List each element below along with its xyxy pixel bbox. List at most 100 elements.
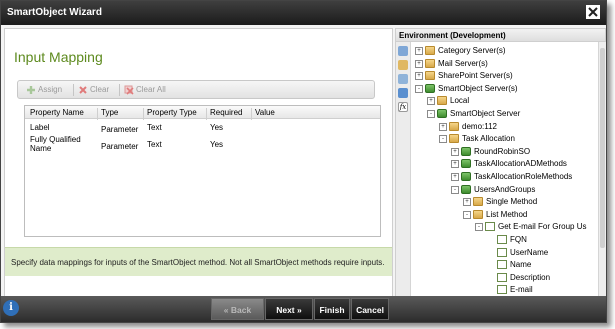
- wizard-window: SmartObject Wizard Input Mapping Assign …: [0, 0, 607, 323]
- column-header[interactable]: Required: [210, 108, 242, 117]
- object-browser-icon[interactable]: [398, 74, 408, 84]
- function-icon[interactable]: fx: [398, 102, 408, 112]
- type-cell: Parameter: [101, 142, 139, 151]
- expand-icon[interactable]: +: [415, 47, 423, 55]
- collapse-icon[interactable]: -: [415, 84, 423, 93]
- tree-node-label: UserName: [510, 247, 549, 257]
- collapse-icon[interactable]: -: [463, 210, 471, 219]
- property-icon: [497, 272, 507, 282]
- info-icon[interactable]: i: [3, 300, 19, 316]
- expand-icon[interactable]: +: [451, 173, 459, 181]
- expand-icon[interactable]: +: [451, 160, 459, 169]
- tree-node-label: TaskAllocationADMethods: [474, 159, 567, 169]
- property-type-cell: Text: [147, 140, 162, 149]
- x-icon: [79, 86, 87, 94]
- input-mapping-panel: Input Mapping Assign Clear Clear All Pro…: [4, 28, 393, 297]
- environment-panel: Environment (Development) fx + Category S…: [395, 28, 606, 297]
- back-label: Back: [230, 305, 252, 315]
- tree-node-label: Name: [510, 260, 532, 270]
- page-title: Input Mapping: [14, 49, 103, 65]
- column-header[interactable]: Property Type: [147, 108, 197, 117]
- clear-label: Clear: [90, 85, 110, 94]
- property-name-cell: Fully Qualified Name: [30, 135, 81, 153]
- clear-all-button[interactable]: Clear All: [124, 84, 166, 96]
- required-cell: Yes: [210, 140, 224, 149]
- column-header[interactable]: Value: [255, 108, 275, 117]
- column-header[interactable]: Type: [101, 108, 118, 117]
- column-header[interactable]: Property Name: [30, 108, 84, 117]
- plus-icon: [27, 85, 35, 94]
- tree-node-label: Get E-mail For Group Us: [498, 222, 587, 232]
- next-button[interactable]: Next »: [265, 298, 313, 320]
- folder-icon: [425, 58, 435, 68]
- close-icon[interactable]: [586, 5, 600, 19]
- tree-node-label: SharePoint Server(s): [438, 71, 513, 81]
- tree-scrollbar[interactable]: [598, 42, 606, 296]
- tree-node-label: RoundRobinSO: [474, 146, 531, 156]
- collapse-icon[interactable]: -: [475, 223, 483, 232]
- clear-button[interactable]: Clear: [78, 84, 109, 96]
- property-icon: [497, 247, 507, 257]
- back-button[interactable]: « Back: [211, 298, 264, 320]
- tree-node-label: SmartObject Server(s): [438, 83, 518, 93]
- title-bar: SmartObject Wizard: [1, 1, 606, 25]
- folder-icon: [473, 209, 483, 219]
- tree-node-label: Single Method: [486, 197, 538, 207]
- expand-icon[interactable]: +: [451, 147, 459, 156]
- expand-icon[interactable]: +: [415, 59, 423, 68]
- tree-node-label: Task Allocation: [462, 134, 515, 144]
- column-divider: [206, 108, 207, 120]
- expand-icon[interactable]: +: [439, 122, 447, 131]
- next-label: Next: [276, 305, 295, 315]
- window-title: SmartObject Wizard: [7, 7, 102, 18]
- tree-node-label: E-mail: [510, 285, 533, 295]
- clear-all-icon: [124, 85, 134, 95]
- category-browser-icon[interactable]: [398, 46, 408, 56]
- column-divider: [251, 108, 252, 120]
- smartobject-icon: [461, 146, 471, 156]
- mapping-toolbar: Assign Clear Clear All: [17, 80, 375, 99]
- expand-icon[interactable]: +: [427, 97, 435, 106]
- tree-node-label: TaskAllocationRoleMethods: [474, 172, 573, 181]
- context-browser-icon[interactable]: [398, 60, 408, 70]
- tree-node-label: Category Server(s): [438, 46, 506, 55]
- toolbar-divider: [119, 84, 120, 96]
- type-cell: Parameter: [101, 125, 139, 134]
- scrollbar-thumb[interactable]: [600, 48, 605, 248]
- tree-node-label: demo:112: [462, 121, 497, 131]
- method-icon: [485, 222, 495, 232]
- cancel-button[interactable]: Cancel: [351, 298, 389, 320]
- environment-header: Environment (Development): [396, 29, 605, 42]
- environment-title: Environment (Development): [399, 31, 506, 40]
- collapse-icon[interactable]: -: [451, 185, 459, 194]
- expand-icon[interactable]: +: [463, 198, 471, 207]
- folder-icon: [473, 197, 483, 207]
- collapse-icon[interactable]: -: [439, 135, 447, 144]
- required-cell: Yes: [210, 123, 224, 132]
- finish-button[interactable]: Finish: [314, 298, 350, 320]
- server-icon: [425, 83, 435, 93]
- assign-button[interactable]: Assign: [26, 84, 62, 96]
- process-browser-icon[interactable]: [398, 88, 408, 98]
- property-icon: [497, 285, 507, 295]
- back-chevron-icon: «: [223, 305, 229, 315]
- hint-text: Specify data mappings for inputs of the …: [11, 258, 385, 267]
- tree-node-label: UsersAndGroups: [474, 184, 536, 194]
- wizard-footer: i « Back Next » Finish Cancel: [1, 296, 606, 322]
- cancel-label: Cancel: [356, 305, 384, 315]
- smartobject-icon: [461, 159, 471, 169]
- expand-icon[interactable]: +: [415, 72, 423, 81]
- environment-tree: + Category Server(s) + Mail Server(s) + Share…: [411, 42, 598, 296]
- assign-label: Assign: [38, 85, 63, 94]
- server-icon: [437, 109, 447, 118]
- property-icon: [497, 260, 507, 270]
- folder-icon: [437, 96, 447, 106]
- column-divider: [97, 108, 98, 120]
- grid-header: Property Name Type Property Type Require…: [25, 106, 380, 120]
- mapping-grid: Property Name Type Property Type Require…: [24, 105, 381, 237]
- clear-all-label: Clear All: [136, 85, 166, 94]
- property-type-cell: Text: [147, 123, 162, 132]
- smartobject-icon: [461, 172, 471, 181]
- toolbar-divider: [73, 84, 74, 96]
- collapse-icon[interactable]: -: [427, 110, 435, 118]
